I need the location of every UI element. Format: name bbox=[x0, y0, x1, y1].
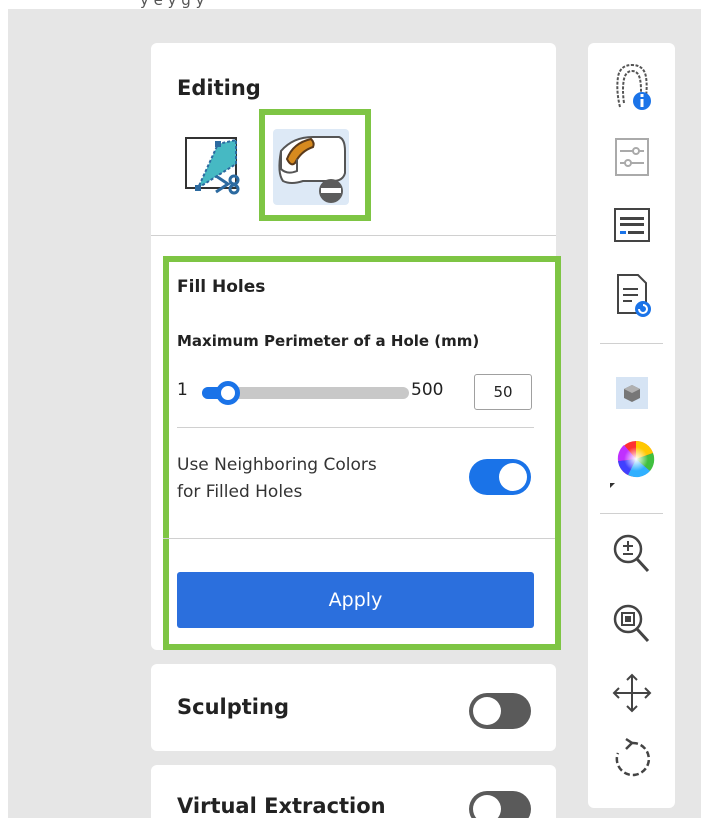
inner-divider bbox=[177, 427, 534, 428]
perimeter-label: Maximum Perimeter of a Hole (mm) bbox=[177, 332, 480, 350]
fill-holes-tool-button[interactable] bbox=[259, 109, 371, 221]
tooth-info-icon[interactable] bbox=[610, 61, 654, 110]
top-strip: y e y g y bbox=[0, 0, 701, 9]
slider-min-label: 1 bbox=[177, 380, 188, 400]
cube-view-icon[interactable] bbox=[610, 371, 654, 415]
keyboard-icon[interactable] bbox=[610, 203, 654, 247]
toggle-knob bbox=[473, 795, 501, 818]
rotate-icon[interactable] bbox=[610, 737, 654, 781]
fill-holes-panel: Fill Holes Maximum Perimeter of a Hole (… bbox=[163, 256, 561, 650]
fill-holes-icon bbox=[273, 129, 349, 205]
report-icon[interactable] bbox=[610, 271, 654, 317]
sculpting-card: Sculpting bbox=[151, 664, 556, 751]
zoom-reset-icon[interactable] bbox=[610, 601, 654, 645]
toggle-knob bbox=[473, 697, 501, 725]
editing-title: Editing bbox=[177, 76, 261, 100]
slider-max-label: 500 bbox=[411, 380, 444, 400]
toolbar-separator bbox=[600, 513, 663, 514]
virtual-extraction-title: Virtual Extraction bbox=[177, 794, 386, 818]
top-strip-text: y e y g y bbox=[140, 0, 205, 9]
neighbor-colors-label-line2: for Filled Holes bbox=[177, 482, 303, 502]
perimeter-slider[interactable] bbox=[202, 381, 409, 405]
fill-holes-title: Fill Holes bbox=[177, 277, 266, 297]
color-wheel-icon[interactable] bbox=[610, 437, 655, 488]
neighbor-colors-label: Use Neighboring Colors for Filled Holes bbox=[177, 452, 447, 506]
right-toolbar bbox=[588, 43, 675, 808]
slider-thumb[interactable] bbox=[216, 381, 240, 405]
sliders-icon[interactable] bbox=[610, 135, 654, 179]
trim-scissors-icon[interactable] bbox=[184, 134, 246, 196]
sculpting-toggle[interactable] bbox=[469, 693, 531, 729]
virtual-extraction-card: Virtual Extraction bbox=[151, 765, 556, 818]
neighbor-colors-label-line1: Use Neighboring Colors bbox=[177, 455, 377, 475]
apply-button[interactable]: Apply bbox=[177, 572, 534, 628]
zoom-fit-icon[interactable] bbox=[610, 531, 654, 575]
sculpting-title: Sculpting bbox=[177, 695, 289, 719]
virtual-extraction-toggle[interactable] bbox=[469, 791, 531, 818]
move-icon[interactable] bbox=[610, 671, 654, 715]
neighbor-colors-toggle[interactable] bbox=[469, 459, 531, 495]
panel-divider bbox=[163, 538, 555, 539]
toggle-knob bbox=[499, 463, 527, 491]
editing-divider bbox=[151, 235, 556, 236]
toolbar-separator bbox=[600, 343, 663, 344]
perimeter-value-input[interactable]: 50 bbox=[474, 374, 532, 410]
